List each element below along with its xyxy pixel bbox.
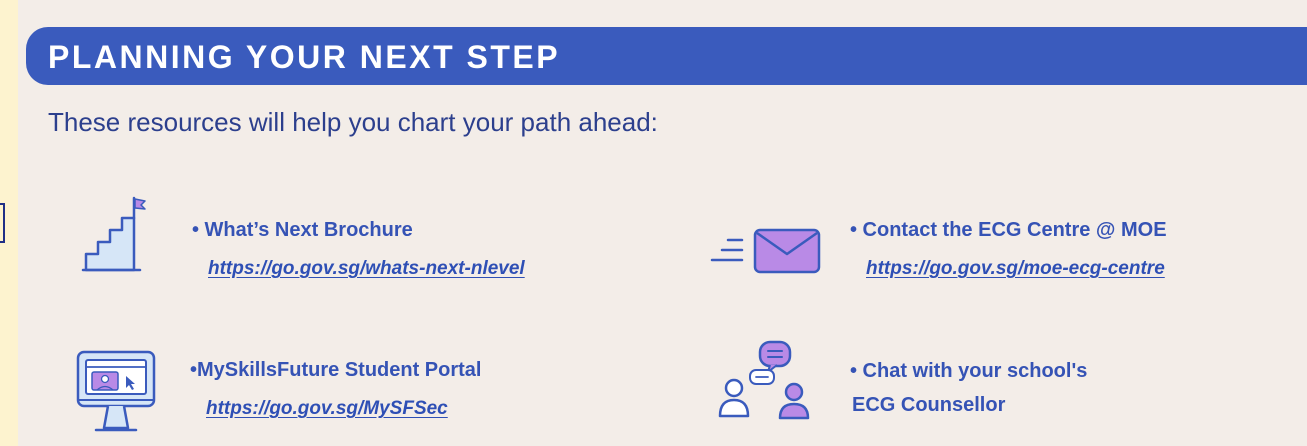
resource-title: • Contact the ECG Centre @ MOE [850, 219, 1167, 241]
resource-title: • Chat with your school's [850, 360, 1088, 382]
computer-portal-icon [76, 350, 156, 432]
page-title: PLANNING YOUR NEXT STEP [48, 39, 561, 75]
resource-myskillsfuture: •MySkillsFuture Student Portal https://g… [190, 357, 481, 421]
envelope-icon [710, 228, 821, 274]
edge-tab [0, 203, 5, 243]
stairs-flag-icon [81, 196, 146, 272]
header-banner: PLANNING YOUR NEXT STEP [26, 27, 1307, 85]
resource-ecg-centre: • Contact the ECG Centre @ MOE https://g… [850, 217, 1167, 281]
resource-whats-next: • What’s Next Brochure https://go.gov.sg… [192, 217, 525, 281]
intro-text: These resources will help you chart your… [48, 107, 658, 137]
resource-chat-counsellor: • Chat with your school's ECG Counsellor [850, 358, 1087, 418]
resource-subtitle: ECG Counsellor [852, 394, 1006, 416]
myskillsfuture-link[interactable]: https://go.gov.sg/MySFSec [190, 397, 481, 421]
resource-title: •MySkillsFuture Student Portal [190, 359, 482, 381]
chat-people-icon [718, 340, 810, 420]
ecg-centre-link[interactable]: https://go.gov.sg/moe-ecg-centre [850, 257, 1167, 281]
whats-next-link[interactable]: https://go.gov.sg/whats-next-nlevel [192, 257, 525, 281]
resource-title: • What’s Next Brochure [192, 219, 413, 241]
resources-panel: PLANNING YOUR NEXT STEP These resources … [18, 0, 1307, 446]
